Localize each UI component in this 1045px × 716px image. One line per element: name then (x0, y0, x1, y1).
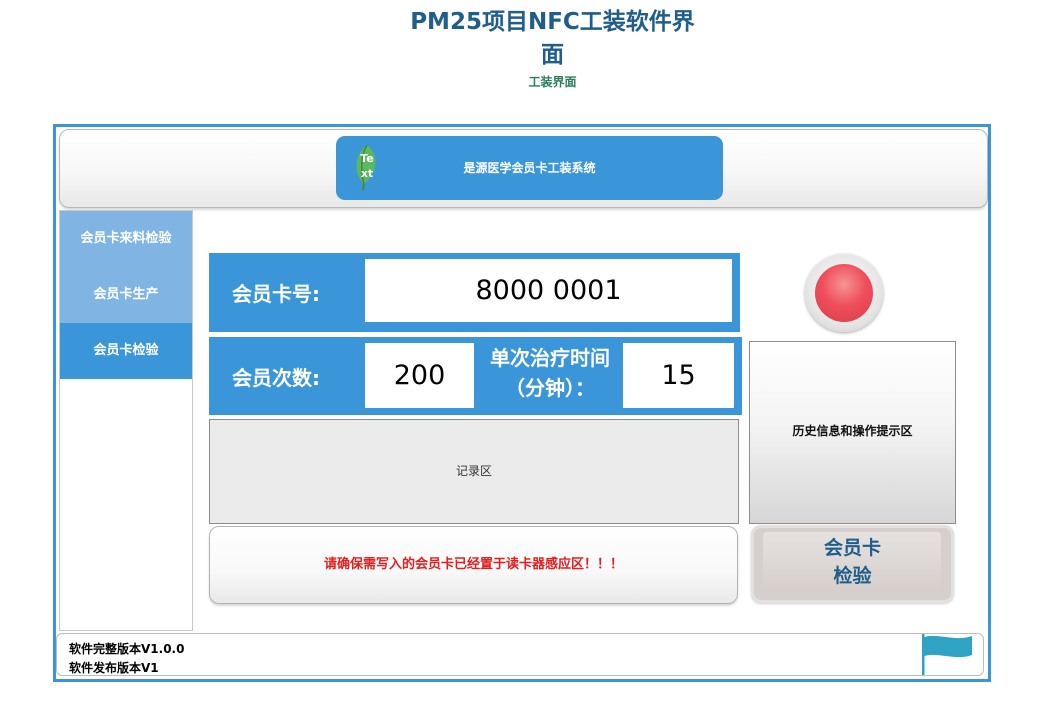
warning-message: 请确保需写入的会员卡已经置于读卡器感应区！！！ (209, 526, 738, 604)
page-title-line1: PM25项目NFC工装软件界 (410, 9, 695, 35)
card-check-button-line1: 会员卡 (823, 537, 881, 559)
history-area: 历史信息和操作提示区 (749, 341, 956, 524)
card-number-label: 会员卡号: (232, 282, 320, 306)
full-version-label: 软件完整版本V1.0.0 (69, 642, 185, 656)
times-row: 会员次数: 200 单次治疗时间 （分钟）： 15 (209, 337, 742, 415)
sidebar-item-card-inspection[interactable]: 会员卡检验 (60, 323, 192, 379)
duration-field[interactable]: 15 (623, 343, 734, 408)
header-panel: Text 是源医学会员卡工装系统 (59, 129, 988, 208)
record-area: 记录区 (209, 419, 739, 524)
footer: 软件完整版本V1.0.0 软件发布版本V1 (56, 633, 984, 676)
sidebar-item-production[interactable]: 会员卡生产 (60, 267, 192, 323)
status-light-red (815, 264, 873, 322)
times-field[interactable]: 200 (365, 343, 474, 408)
sidebar: 会员卡来料检验 会员卡生产 会员卡检验 (59, 210, 193, 631)
card-check-button-label: 会员卡 检验 (751, 534, 954, 590)
card-check-button[interactable]: 会员卡 检验 (751, 525, 954, 603)
flag-icon (922, 634, 972, 675)
card-number-row: 会员卡号: 8000 0001 (209, 253, 740, 332)
duration-label: 单次治疗时间 （分钟）： (477, 343, 623, 403)
page-title: PM25项目NFC工装软件界 面 (0, 6, 1045, 72)
card-check-button-line2: 检验 (833, 565, 872, 587)
card-number-field[interactable]: 8000 0001 (365, 259, 732, 322)
release-version-label: 软件发布版本V1 (69, 661, 159, 675)
page-title-line2: 面 (541, 42, 564, 68)
sidebar-item-incoming-inspection[interactable]: 会员卡来料检验 (60, 211, 192, 267)
duration-label-line2: （分钟）： (505, 376, 595, 400)
page-subtitle: 工装界面 (528, 75, 577, 89)
main-window: Text 是源医学会员卡工装系统 会员卡来料检验 会员卡生产 会员卡检验 会员卡… (53, 124, 991, 682)
status-light-icon (805, 254, 883, 332)
times-label: 会员次数: (232, 366, 320, 390)
duration-label-line1: 单次治疗时间 (490, 346, 610, 370)
system-banner: Text 是源医学会员卡工装系统 (336, 136, 723, 200)
system-name: 是源医学会员卡工装系统 (463, 161, 596, 175)
